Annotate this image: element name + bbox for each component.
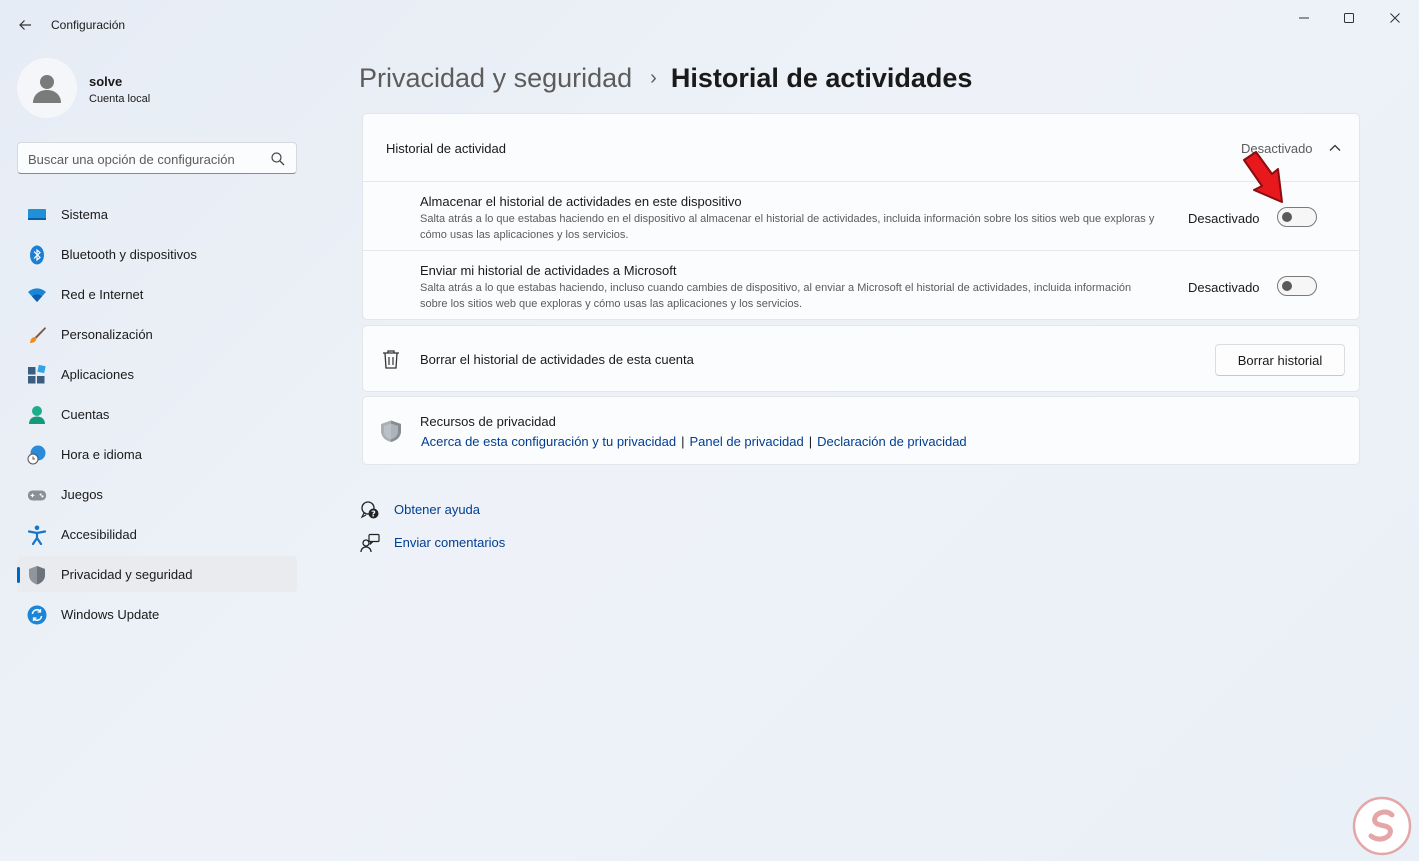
- chevron-up-icon[interactable]: [1327, 140, 1343, 156]
- send-history-toggle[interactable]: [1277, 276, 1317, 296]
- annotation-arrow-icon: [1243, 151, 1283, 203]
- app-title: Configuración: [51, 18, 126, 32]
- title-bar: Configuración: [0, 0, 1419, 48]
- link-privacy-statement[interactable]: Declaración de privacidad: [817, 434, 967, 449]
- close-icon: [1390, 13, 1400, 23]
- sidebar-item-sistema[interactable]: Sistema: [17, 196, 297, 232]
- privacy-resources-card: Recursos de privacidad Acerca de esta co…: [362, 396, 1360, 465]
- toggle-knob: [1282, 212, 1292, 222]
- sidebar-item-label: Privacidad y seguridad: [61, 567, 193, 582]
- link-separator: |: [681, 434, 685, 449]
- globe-clock-icon: [27, 445, 47, 465]
- privacy-resources-title: Recursos de privacidad: [420, 414, 556, 429]
- close-button[interactable]: [1372, 6, 1418, 30]
- sidebar-item-label: Cuentas: [61, 407, 110, 422]
- sidebar-item-label: Hora e idioma: [61, 447, 142, 462]
- wifi-icon: [27, 285, 47, 305]
- account-type: Cuenta local: [89, 93, 151, 105]
- sidebar-item-red[interactable]: Red e Internet: [17, 276, 297, 312]
- maximize-icon: [1344, 13, 1354, 23]
- help-chat-icon: ?: [360, 501, 379, 519]
- clear-history-button[interactable]: Borrar historial: [1215, 344, 1345, 376]
- person-icon: [27, 405, 47, 425]
- setting-description: Salta atrás a lo que estabas haciendo, i…: [420, 282, 1132, 310]
- accessibility-icon: [27, 525, 47, 545]
- sidebar-item-cuentas[interactable]: Cuentas: [17, 396, 297, 432]
- sidebar-item-label: Accesibilidad: [61, 527, 137, 542]
- active-indicator: [17, 567, 20, 583]
- store-history-toggle[interactable]: [1277, 207, 1317, 227]
- activity-history-header[interactable]: Historial de actividad Desactivado: [363, 114, 1359, 181]
- link-separator: |: [808, 434, 813, 449]
- page-title: Historial de actividades: [670, 62, 973, 93]
- clear-history-label: Borrar el historial de actividades de es…: [420, 352, 694, 367]
- avatar: [17, 58, 77, 118]
- setting-row-send-history: Enviar mi historial de actividades a Mic…: [363, 251, 1359, 319]
- search-input[interactable]: Buscar una opción de configuración: [17, 142, 297, 174]
- shield-icon: [27, 565, 47, 585]
- sidebar-item-label: Sistema: [61, 207, 108, 222]
- sidebar-item-label: Windows Update: [61, 607, 160, 622]
- setting-row-store-history: Almacenar el historial de actividades en…: [363, 182, 1359, 250]
- sidebar-item-label: Bluetooth y dispositivos: [61, 247, 197, 262]
- arrow-left-icon: [19, 20, 31, 30]
- apps-icon: [27, 365, 47, 385]
- clear-history-card: Borrar el historial de actividades de es…: [362, 325, 1360, 392]
- sidebar-nav: Sistema Bluetooth y dispositivos Red e I…: [17, 196, 297, 636]
- sidebar-item-label: Personalización: [61, 327, 153, 342]
- toggle-state-label: Desactivado: [1188, 280, 1260, 295]
- sidebar-item-label: Aplicaciones: [61, 367, 134, 382]
- get-help-link[interactable]: ? Obtener ayuda: [360, 498, 480, 522]
- brush-icon: [27, 325, 47, 345]
- search-placeholder: Buscar una opción de configuración: [28, 152, 235, 167]
- setting-title: Almacenar el historial de actividades en…: [420, 194, 742, 209]
- feedback-icon: [360, 533, 380, 553]
- setting-title: Enviar mi historial de actividades a Mic…: [420, 263, 677, 278]
- user-avatar-icon: [33, 75, 61, 103]
- sidebar-item-bluetooth[interactable]: Bluetooth y dispositivos: [17, 236, 297, 272]
- sidebar-item-label: Juegos: [61, 487, 103, 502]
- setting-description: Salta atrás a lo que estabas haciendo en…: [420, 213, 1155, 241]
- minimize-icon: [1299, 17, 1309, 19]
- trash-icon: [383, 350, 399, 369]
- settings-window: Configuración solve Cuenta local Buscar …: [0, 0, 1419, 861]
- link-privacy-dashboard[interactable]: Panel de privacidad: [689, 434, 803, 449]
- sidebar-item-hora[interactable]: Hora e idioma: [17, 436, 297, 472]
- sidebar-item-accesibilidad[interactable]: Accesibilidad: [17, 516, 297, 552]
- breadcrumb-separator: ›: [650, 66, 657, 89]
- breadcrumb: Privacidad y seguridad › Historial de ac…: [359, 58, 972, 98]
- section-title: Historial de actividad: [386, 141, 506, 156]
- search-icon: [271, 152, 285, 166]
- watermark-logo-icon: [1352, 796, 1412, 856]
- maximize-button[interactable]: [1326, 6, 1372, 30]
- toggle-knob: [1282, 281, 1292, 291]
- monitor-icon: [27, 205, 47, 225]
- back-button[interactable]: [14, 14, 36, 36]
- sidebar-item-windows-update[interactable]: Windows Update: [17, 596, 297, 632]
- sidebar-item-privacidad[interactable]: Privacidad y seguridad: [17, 556, 297, 592]
- update-icon: [27, 605, 47, 625]
- link-about-privacy[interactable]: Acerca de esta configuración y tu privac…: [421, 434, 676, 449]
- get-help-label: Obtener ayuda: [394, 502, 481, 517]
- user-name: solve: [89, 74, 123, 89]
- sidebar-item-label: Red e Internet: [61, 287, 144, 302]
- activity-history-card: Historial de actividad Desactivado Almac…: [362, 113, 1360, 320]
- gamepad-icon: [27, 485, 47, 505]
- toggle-state-label: Desactivado: [1188, 211, 1260, 226]
- sidebar-item-personalizacion[interactable]: Personalización: [17, 316, 297, 352]
- bluetooth-icon: [27, 245, 47, 265]
- shield-icon: [381, 420, 401, 442]
- minimize-button[interactable]: [1281, 6, 1327, 30]
- svg-text:?: ?: [371, 510, 376, 519]
- sidebar-item-juegos[interactable]: Juegos: [17, 476, 297, 512]
- send-feedback-label: Enviar comentarios: [394, 535, 506, 550]
- send-feedback-link[interactable]: Enviar comentarios: [360, 531, 505, 555]
- breadcrumb-parent[interactable]: Privacidad y seguridad: [359, 63, 632, 94]
- user-profile[interactable]: solve Cuenta local: [17, 58, 297, 118]
- privacy-links: Acerca de esta configuración y tu privac…: [421, 434, 967, 449]
- sidebar-item-aplicaciones[interactable]: Aplicaciones: [17, 356, 297, 392]
